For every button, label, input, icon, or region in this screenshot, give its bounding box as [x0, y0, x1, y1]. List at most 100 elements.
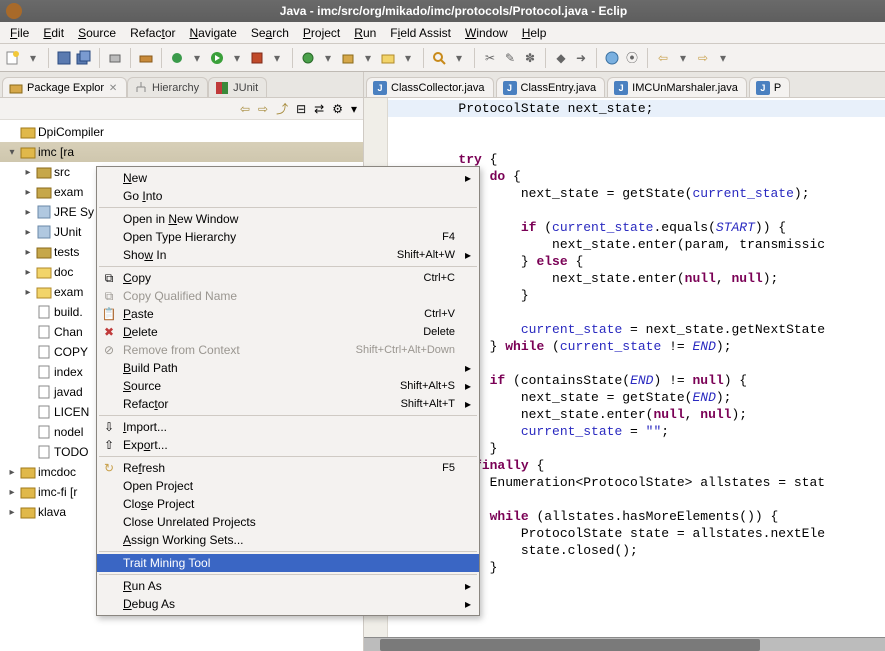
- tree-project[interactable]: DpiCompiler: [0, 122, 363, 142]
- link-editor-icon[interactable]: ⇄: [314, 102, 324, 116]
- menu-project[interactable]: Project: [297, 24, 346, 42]
- collapse-all-icon[interactable]: ⊟: [296, 102, 306, 116]
- left-view-tabs: Package Explor ✕ Hierarchy JUnit: [0, 72, 363, 98]
- save-icon[interactable]: [55, 49, 73, 67]
- drop-icon[interactable]: ▾: [714, 49, 732, 67]
- editor-tab[interactable]: JClassEntry.java: [496, 77, 606, 97]
- menu-run[interactable]: Run: [348, 24, 382, 42]
- search-icon[interactable]: [430, 49, 448, 67]
- new-package-icon[interactable]: [339, 49, 357, 67]
- close-icon[interactable]: ✕: [108, 83, 118, 93]
- ctx-open-type-hierarchy[interactable]: Open Type HierarchyF4: [97, 228, 479, 246]
- ctx-trait-mining[interactable]: Trait Mining Tool: [97, 554, 479, 572]
- drop-icon[interactable]: ▾: [450, 49, 468, 67]
- ctx-import[interactable]: ⇩Import...: [97, 418, 479, 436]
- ctx-copy[interactable]: ⧉CopyCtrl+C: [97, 269, 479, 287]
- drop-icon[interactable]: ▾: [319, 49, 337, 67]
- menu-navigate[interactable]: Navigate: [183, 24, 242, 42]
- drop-icon[interactable]: ▾: [228, 49, 246, 67]
- scrollbar-thumb[interactable]: [380, 639, 760, 651]
- view-menu-icon[interactable]: ▾: [351, 102, 357, 116]
- tab-junit[interactable]: JUnit: [208, 77, 267, 97]
- java-file-icon: J: [756, 81, 770, 95]
- task-icon[interactable]: ⦿: [623, 49, 641, 67]
- drop-icon[interactable]: ▾: [399, 49, 417, 67]
- ctx-close-project[interactable]: Close Project: [97, 495, 479, 513]
- menu-refactor[interactable]: Refactor: [124, 24, 181, 42]
- nav-icon[interactable]: ➜: [572, 49, 590, 67]
- editor-tab[interactable]: JIMCUnMarshaler.java: [607, 77, 747, 97]
- menubar: File Edit Source Refactor Navigate Searc…: [0, 22, 885, 44]
- tab-hierarchy[interactable]: Hierarchy: [127, 77, 208, 97]
- new-icon[interactable]: [4, 49, 22, 67]
- run-icon[interactable]: [208, 49, 226, 67]
- up-icon[interactable]: ⤴: [276, 100, 288, 117]
- ctx-close-unrelated[interactable]: Close Unrelated Projects: [97, 513, 479, 531]
- save-all-icon[interactable]: [75, 49, 93, 67]
- editor-tab[interactable]: JClassCollector.java: [366, 77, 494, 97]
- ctx-refactor[interactable]: RefactorShift+Alt+T▸: [97, 395, 479, 413]
- toggle-mark-icon[interactable]: ◆: [552, 49, 570, 67]
- window-titlebar: Java - imc/src/org/mikado/imc/protocols/…: [0, 0, 885, 22]
- filter-icon[interactable]: ⚙: [332, 102, 343, 116]
- debug-icon[interactable]: [168, 49, 186, 67]
- ctx-open-new-window[interactable]: Open in New Window: [97, 210, 479, 228]
- ctx-debug-as[interactable]: Debug As▸: [97, 595, 479, 613]
- package-explorer-toolbar: ⇦ ⇨ ⤴ ⊟ ⇄ ⚙ ▾: [0, 98, 363, 120]
- drop-icon[interactable]: ▾: [359, 49, 377, 67]
- delete-icon: ✖: [101, 324, 117, 340]
- open-type-icon[interactable]: [603, 49, 621, 67]
- ctx-export[interactable]: ⇧Export...: [97, 436, 479, 454]
- ctx-remove-context: ⊘Remove from ContextShift+Ctrl+Alt+Down: [97, 341, 479, 359]
- app-icon: [6, 3, 22, 19]
- java-file-icon: J: [614, 81, 628, 95]
- menu-edit[interactable]: Edit: [37, 24, 70, 42]
- drop-icon[interactable]: ▾: [24, 49, 42, 67]
- editor-tab[interactable]: JP: [749, 77, 790, 97]
- ext-tools-icon[interactable]: [248, 49, 266, 67]
- forward-icon[interactable]: ⇨: [694, 49, 712, 67]
- ctx-delete[interactable]: ✖DeleteDelete: [97, 323, 479, 341]
- menu-source[interactable]: Source: [72, 24, 122, 42]
- remove-icon: ⊘: [101, 342, 117, 358]
- ctx-assign-ws[interactable]: Assign Working Sets...: [97, 531, 479, 549]
- drop-icon[interactable]: ▾: [674, 49, 692, 67]
- export-icon: ⇧: [101, 437, 117, 453]
- ctx-go-into[interactable]: Go Into: [97, 187, 479, 205]
- ctx-build-path[interactable]: Build Path▸: [97, 359, 479, 377]
- tab-package-explorer[interactable]: Package Explor ✕: [2, 77, 127, 97]
- forward-icon[interactable]: ⇨: [258, 102, 268, 116]
- java-file-icon: J: [373, 81, 387, 95]
- tab-label: Hierarchy: [152, 82, 199, 94]
- cut-icon[interactable]: ✂: [481, 49, 499, 67]
- link-icon[interactable]: ✽: [521, 49, 539, 67]
- menu-search[interactable]: Search: [245, 24, 295, 42]
- ctx-refresh[interactable]: ↻RefreshF5: [97, 459, 479, 477]
- ctx-source[interactable]: SourceShift+Alt+S▸: [97, 377, 479, 395]
- tree-project-selected[interactable]: ▾imc [ra: [0, 142, 363, 162]
- menu-field-assist[interactable]: Field Assist: [384, 24, 457, 42]
- import-icon: ⇩: [101, 419, 117, 435]
- ctx-run-as[interactable]: Run As▸: [97, 577, 479, 595]
- menu-file[interactable]: File: [4, 24, 35, 42]
- wand-icon[interactable]: ✎: [501, 49, 519, 67]
- ctx-paste[interactable]: 📋PasteCtrl+V: [97, 305, 479, 323]
- horizontal-scrollbar[interactable]: [364, 637, 885, 651]
- ctx-show-in[interactable]: Show InShift+Alt+W▸: [97, 246, 479, 264]
- drop-icon[interactable]: ▾: [268, 49, 286, 67]
- back-icon[interactable]: ⇦: [654, 49, 672, 67]
- ctx-copy-qualified: ⧉Copy Qualified Name: [97, 287, 479, 305]
- main-toolbar: ▾ ▾ ▾ ▾ ▾ ▾ ▾ ▾ ✂ ✎ ✽ ◆ ➜ ⦿ ⇦▾ ⇨▾: [0, 44, 885, 72]
- print-icon[interactable]: [106, 49, 124, 67]
- new-folder-icon[interactable]: [379, 49, 397, 67]
- back-icon[interactable]: ⇦: [240, 102, 250, 116]
- copy-icon: ⧉: [101, 270, 117, 286]
- ctx-new[interactable]: New▸: [97, 169, 479, 187]
- menu-window[interactable]: Window: [459, 24, 514, 42]
- drop-icon[interactable]: ▾: [188, 49, 206, 67]
- new-class-icon[interactable]: [299, 49, 317, 67]
- menu-help[interactable]: Help: [516, 24, 553, 42]
- ctx-open-project[interactable]: Open Project: [97, 477, 479, 495]
- java-file-icon: J: [503, 81, 517, 95]
- build-icon[interactable]: [137, 49, 155, 67]
